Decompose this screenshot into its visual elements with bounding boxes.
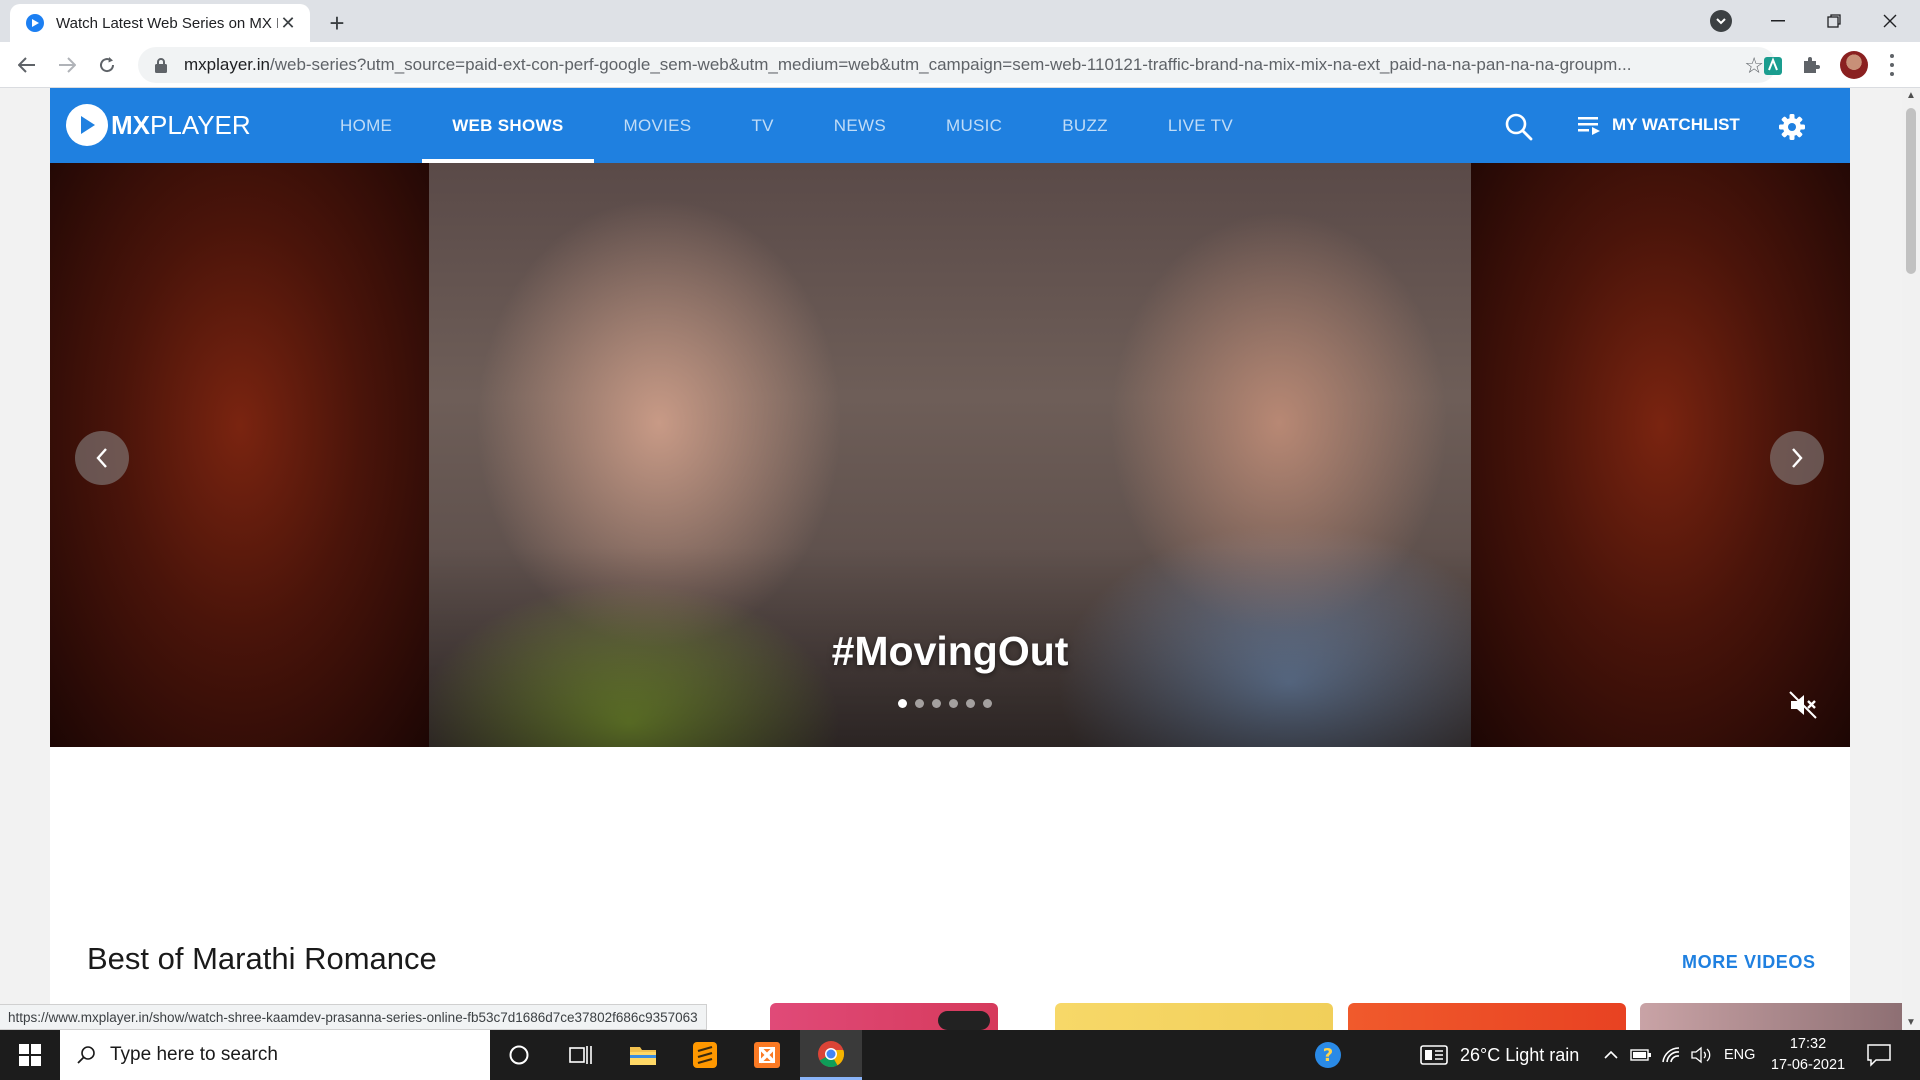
carousel-prev-button[interactable] xyxy=(75,431,129,485)
minimize-icon[interactable] xyxy=(1750,0,1806,42)
taskbar-search-box[interactable]: Type here to search xyxy=(60,1030,490,1080)
nav-movies[interactable]: MOVIES xyxy=(594,88,722,163)
status-url: https://www.mxplayer.in/show/watch-shree… xyxy=(0,1004,707,1030)
hero-title[interactable]: #MovingOut xyxy=(50,628,1850,675)
nav-news[interactable]: NEWS xyxy=(804,88,916,163)
scroll-down-arrow[interactable]: ▼ xyxy=(1906,1017,1916,1028)
windows-start-icon[interactable] xyxy=(0,1030,60,1080)
carousel-dot[interactable] xyxy=(949,699,958,708)
show-thumbnail[interactable] xyxy=(1640,1003,1918,1030)
file-explorer-icon[interactable] xyxy=(612,1030,674,1080)
back-icon[interactable] xyxy=(12,50,42,80)
nav-tv[interactable]: TV xyxy=(721,88,803,163)
forward-icon[interactable] xyxy=(52,50,82,80)
browser-tab[interactable]: Watch Latest Web Series on MX Player ✕ xyxy=(10,4,310,42)
nav-live-tv[interactable]: LIVE TV xyxy=(1138,88,1263,163)
my-watchlist-button[interactable]: MY WATCHLIST xyxy=(1578,110,1740,140)
page-scrollbar[interactable]: ▲ ▼ xyxy=(1902,88,1920,1030)
chevron-left-icon xyxy=(96,448,107,468)
show-thumbnail[interactable] xyxy=(770,1003,998,1030)
clock[interactable]: 17:32 17-06-2021 xyxy=(1770,1034,1846,1076)
close-window-icon[interactable] xyxy=(1862,0,1918,42)
reload-icon[interactable] xyxy=(92,50,122,80)
muted-speaker-icon[interactable] xyxy=(1788,690,1818,720)
carousel-dot[interactable] xyxy=(898,699,907,708)
volume-icon[interactable] xyxy=(1686,1030,1716,1080)
wifi-icon[interactable] xyxy=(1656,1030,1686,1080)
profile-avatar[interactable] xyxy=(1840,51,1868,79)
cortana-icon[interactable] xyxy=(488,1030,550,1080)
logo-wordmark: MXPLAYER xyxy=(111,109,251,140)
show-thumbnail[interactable] xyxy=(1055,1003,1333,1030)
new-tab-button[interactable]: + xyxy=(322,8,352,38)
restore-icon[interactable] xyxy=(1806,0,1862,42)
clock-time: 17:32 xyxy=(1789,1036,1827,1052)
help-icon[interactable]: ? xyxy=(1298,1030,1358,1080)
mx-player-icon xyxy=(26,14,44,32)
carousel-dots xyxy=(898,699,992,708)
chevron-right-icon xyxy=(1792,448,1803,468)
browser-toolbar: mxplayer.in/web-series?utm_source=paid-e… xyxy=(0,42,1920,88)
watchlist-label: MY WATCHLIST xyxy=(1612,115,1740,134)
scroll-up-arrow[interactable]: ▲ xyxy=(1906,90,1916,101)
language-indicator[interactable]: ENG xyxy=(1724,1030,1755,1080)
address-bar[interactable]: mxplayer.in/web-series?utm_source=paid-e… xyxy=(138,47,1776,83)
tray-chevron-icon[interactable] xyxy=(1594,1030,1628,1080)
main-nav: HOME WEB SHOWS MOVIES TV NEWS MUSIC BUZZ… xyxy=(310,88,1263,163)
xampp-icon[interactable] xyxy=(736,1030,798,1080)
close-tab-icon[interactable]: ✕ xyxy=(278,13,298,33)
taskbar-search-placeholder: Type here to search xyxy=(110,1044,278,1065)
extensions-puzzle-icon[interactable] xyxy=(1798,52,1824,78)
extension-icon[interactable] xyxy=(1760,52,1786,78)
watchlist-icon xyxy=(1578,117,1600,135)
clock-date: 17-06-2021 xyxy=(1770,1057,1846,1073)
show-thumbnail[interactable] xyxy=(1348,1003,1626,1030)
settings-gear-icon[interactable] xyxy=(1778,113,1806,141)
url-text: mxplayer.in/web-series?utm_source=paid-e… xyxy=(184,55,1632,74)
mx-page: MXPLAYER HOME WEB SHOWS MOVIES TV NEWS M… xyxy=(50,88,1918,1030)
screen: Watch Latest Web Series on MX Player ✕ + xyxy=(0,0,1920,1080)
scroll-thumb[interactable] xyxy=(1906,108,1916,274)
browser-menu-icon[interactable] xyxy=(1882,54,1902,76)
nav-home[interactable]: HOME xyxy=(310,88,422,163)
nav-web-shows[interactable]: WEB SHOWS xyxy=(422,88,594,163)
site-header: MXPLAYER HOME WEB SHOWS MOVIES TV NEWS M… xyxy=(50,88,1850,163)
weather-text[interactable]: 26°C Light rain xyxy=(1460,1030,1579,1080)
mx-player-logo[interactable]: MXPLAYER xyxy=(66,104,251,146)
nav-music[interactable]: MUSIC xyxy=(916,88,1032,163)
news-weather-icon[interactable] xyxy=(1404,1030,1464,1080)
notification-center-icon[interactable] xyxy=(1866,1042,1892,1068)
search-icon[interactable] xyxy=(1504,112,1534,142)
more-videos-link[interactable]: MORE VIDEOS xyxy=(1682,952,1816,973)
lock-icon xyxy=(155,58,167,73)
carousel-next-button[interactable] xyxy=(1770,431,1824,485)
carousel-dot[interactable] xyxy=(932,699,941,708)
carousel-dot[interactable] xyxy=(915,699,924,708)
search-icon xyxy=(77,1046,95,1064)
chrome-taskbar-icon[interactable] xyxy=(800,1030,862,1080)
play-logo-icon xyxy=(66,104,108,146)
task-view-icon[interactable] xyxy=(550,1030,612,1080)
nav-buzz[interactable]: BUZZ xyxy=(1032,88,1138,163)
carousel-dot[interactable] xyxy=(966,699,975,708)
page-viewport: MXPLAYER HOME WEB SHOWS MOVIES TV NEWS M… xyxy=(0,88,1920,1030)
play-badge xyxy=(938,1011,990,1030)
tab-title: Watch Latest Web Series on MX Player xyxy=(56,14,278,32)
carousel-dot[interactable] xyxy=(983,699,992,708)
sublime-text-icon[interactable] xyxy=(674,1030,736,1080)
tab-search-icon[interactable] xyxy=(1710,10,1732,32)
battery-icon[interactable] xyxy=(1626,1030,1656,1080)
row-title: Best of Marathi Romance xyxy=(87,941,437,976)
windows-taskbar: Type here to search ? 26°C Light rain EN… xyxy=(0,1030,1920,1080)
tab-strip: Watch Latest Web Series on MX Player ✕ + xyxy=(0,0,1920,42)
svg-text:?: ? xyxy=(1323,1045,1333,1066)
hero-carousel[interactable]: #MovingOut xyxy=(50,163,1850,747)
